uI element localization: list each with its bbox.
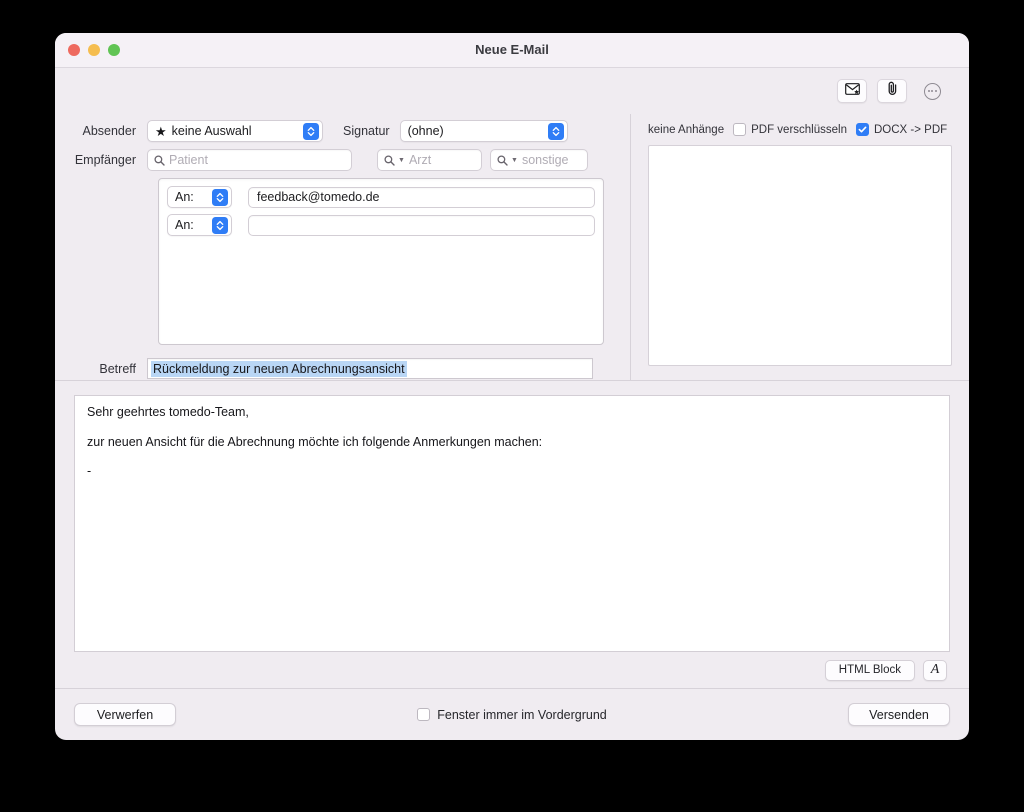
recipient-row: An: bbox=[167, 214, 595, 236]
sonstige-search-input[interactable]: ▼ sonstige bbox=[490, 149, 588, 171]
sender-row: Absender ★ keine Auswahl Signatur (ohne) bbox=[55, 120, 630, 142]
compose-header-section: Absender ★ keine Auswahl Signatur (ohne) bbox=[55, 114, 969, 381]
recipient-search-row: Empfänger Patient ▼ Arzt ▼ sonstige bbox=[55, 149, 630, 171]
encrypt-pdf-checkbox[interactable] bbox=[733, 123, 747, 136]
attachments-pane: keine Anhänge PDF verschlüsseln DOCX -> … bbox=[630, 114, 969, 380]
recipient-type-value: An: bbox=[175, 218, 194, 232]
chevron-updown-icon bbox=[212, 216, 228, 234]
always-front-label: Fenster immer im Vordergrund bbox=[437, 707, 607, 722]
docx-to-pdf-option[interactable]: DOCX -> PDF bbox=[855, 123, 948, 136]
encrypt-pdf-option[interactable]: PDF verschlüsseln bbox=[733, 123, 847, 136]
patient-search-placeholder: Patient bbox=[169, 153, 208, 167]
absender-select[interactable]: ★ keine Auswahl bbox=[147, 120, 323, 142]
body-line: zur neuen Ansicht für die Abrechnung möc… bbox=[87, 434, 543, 449]
recipients-list: An: feedback@tomedo.de An: bbox=[158, 178, 604, 345]
patient-search-input[interactable]: Patient bbox=[147, 149, 352, 171]
search-icon bbox=[154, 154, 165, 166]
recipient-row: An: feedback@tomedo.de bbox=[167, 186, 595, 208]
arzt-search-input[interactable]: ▼ Arzt bbox=[377, 149, 482, 171]
html-block-button[interactable]: HTML Block bbox=[824, 659, 915, 681]
window-footer: Verwerfen Fenster immer im Vordergrund V… bbox=[55, 688, 969, 740]
subject-input[interactable]: Rückmeldung zur neuen Abrechnungsansicht bbox=[147, 358, 593, 379]
always-front-option: Fenster immer im Vordergrund bbox=[55, 708, 969, 722]
send-button[interactable]: Versenden bbox=[848, 703, 950, 726]
body-line: - bbox=[87, 464, 92, 479]
window-titlebar: Neue E-Mail bbox=[55, 33, 969, 68]
format-toolbar: HTML Block A bbox=[74, 652, 950, 688]
envelope-star-icon bbox=[844, 82, 860, 100]
window-title: Neue E-Mail bbox=[475, 42, 549, 57]
recipient-address-input[interactable] bbox=[248, 214, 595, 236]
arzt-search-placeholder: Arzt bbox=[408, 153, 432, 167]
paperclip-icon bbox=[886, 81, 899, 101]
sonstige-search-placeholder: sonstige bbox=[521, 153, 569, 167]
body-line: Sehr geehrtes tomedo-Team, bbox=[87, 405, 249, 419]
recipient-form-pane: Absender ★ keine Auswahl Signatur (ohne) bbox=[55, 114, 630, 380]
ellipsis-circle-icon bbox=[923, 82, 941, 100]
always-front-checkbox[interactable] bbox=[417, 708, 431, 721]
attachments-header: keine Anhänge PDF verschlüsseln DOCX -> … bbox=[648, 123, 952, 136]
recipient-address-input[interactable]: feedback@tomedo.de bbox=[248, 186, 595, 208]
chevron-updown-icon bbox=[303, 122, 319, 140]
discard-button[interactable]: Verwerfen bbox=[74, 703, 176, 726]
message-body-section: Sehr geehrtes tomedo-Team, zur neuen Ans… bbox=[55, 381, 969, 688]
window-toolbar bbox=[55, 68, 969, 114]
recipient-type-select[interactable]: An: bbox=[167, 186, 232, 208]
checkmark-icon bbox=[858, 126, 867, 133]
chevron-updown-icon bbox=[547, 122, 564, 140]
mail-template-button[interactable] bbox=[837, 79, 867, 103]
more-options-button[interactable] bbox=[917, 79, 947, 103]
star-icon: ★ bbox=[155, 123, 167, 139]
signatur-select[interactable]: (ohne) bbox=[399, 120, 568, 142]
betreff-label: Betreff bbox=[99, 361, 136, 376]
recipient-type-select[interactable]: An: bbox=[167, 214, 232, 236]
recipient-type-value: An: bbox=[175, 190, 194, 204]
absender-value: keine Auswahl bbox=[171, 124, 252, 138]
chevron-down-icon: ▼ bbox=[511, 156, 518, 164]
email-compose-window: Neue E-Mail Absender ★ keine Auswahl Sig… bbox=[55, 33, 969, 740]
empfaenger-label: Empfänger bbox=[74, 153, 136, 167]
chevron-updown-icon bbox=[212, 188, 228, 206]
search-icon bbox=[497, 154, 508, 166]
signatur-value: (ohne) bbox=[407, 124, 444, 138]
docx-to-pdf-label: DOCX -> PDF bbox=[873, 123, 948, 136]
encrypt-pdf-label: PDF verschlüsseln bbox=[751, 123, 847, 136]
docx-to-pdf-checkbox[interactable] bbox=[855, 123, 869, 136]
subject-value: Rückmeldung zur neuen Abrechnungsansicht bbox=[151, 360, 407, 377]
signatur-label: Signatur bbox=[343, 124, 390, 138]
attachments-status: keine Anhänge bbox=[648, 123, 725, 136]
attachments-drop-area[interactable] bbox=[648, 145, 952, 366]
search-icon bbox=[384, 154, 395, 166]
chevron-down-icon: ▼ bbox=[398, 156, 405, 164]
attach-file-button[interactable] bbox=[877, 79, 907, 103]
message-body-input[interactable]: Sehr geehrtes tomedo-Team, zur neuen Ans… bbox=[74, 395, 950, 652]
font-panel-button[interactable]: A bbox=[923, 659, 947, 681]
subject-row: Betreff Rückmeldung zur neuen Abrechnung… bbox=[55, 358, 630, 379]
absender-label: Absender bbox=[82, 124, 136, 138]
